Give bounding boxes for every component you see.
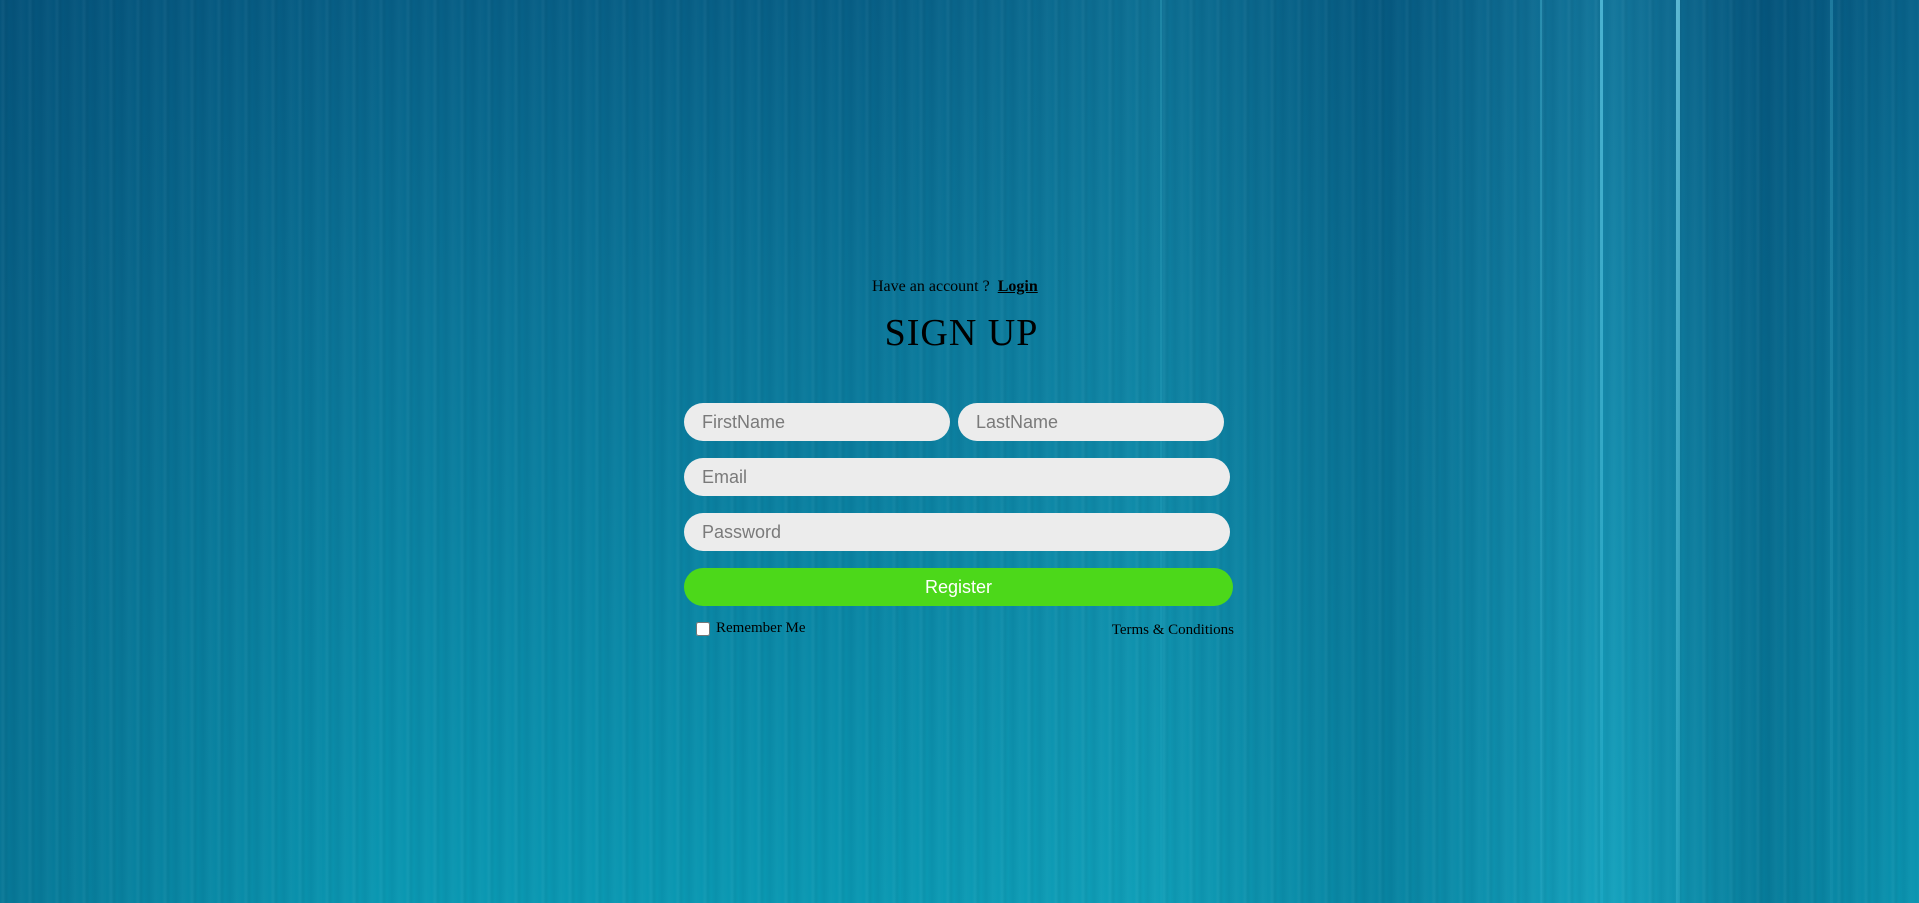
terms-link[interactable]: Terms & Conditions (1112, 622, 1234, 639)
page-title: SIGN UP (884, 312, 1039, 354)
lastname-input[interactable] (958, 403, 1224, 441)
firstname-input[interactable] (684, 403, 950, 441)
register-button[interactable]: Register (684, 568, 1233, 606)
have-account-line: Have an account ? Login (872, 278, 1038, 296)
login-link[interactable]: Login (998, 278, 1038, 295)
signup-page: { "header": { "have_account_text": "Have… (0, 0, 1919, 903)
background-light-streak (1600, 0, 1603, 903)
remember-me-label: Remember Me (716, 620, 806, 636)
background-light-streak (1676, 0, 1680, 903)
background-light-streak (1160, 0, 1162, 903)
have-account-text: Have an account ? (872, 278, 990, 295)
remember-me[interactable]: Remember Me (696, 620, 806, 637)
background-light-streak (1540, 0, 1542, 903)
password-input[interactable] (684, 513, 1230, 551)
email-input[interactable] (684, 458, 1230, 496)
background-light-streak (1830, 0, 1833, 903)
remember-me-checkbox[interactable] (696, 621, 710, 636)
